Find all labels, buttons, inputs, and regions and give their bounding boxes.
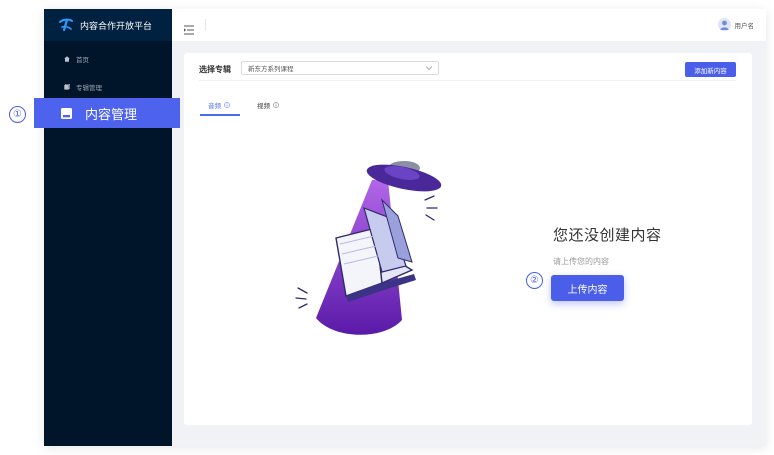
add-content-button[interactable]: 添加新内容: [685, 62, 736, 77]
callout-2: ②: [526, 272, 543, 289]
header-divider: [199, 80, 736, 81]
tab-label: 音频: [208, 102, 221, 110]
content-icon: [60, 107, 73, 120]
active-tab-indicator: [200, 114, 240, 116]
content-card: 选择专辑 新东方系列课程 添加新内容 音频 视频 您还没创建内容 请上传您的内容…: [184, 53, 752, 425]
empty-state-illustration: [295, 161, 442, 335]
chevron-down-icon: [425, 65, 433, 71]
tab-audio[interactable]: 音频: [208, 100, 230, 110]
sidebar-item-label: 专辑管理: [76, 84, 102, 92]
sidebar-item-label: 内容管理: [85, 107, 138, 123]
empty-state-title: 您还没创建内容: [553, 226, 662, 244]
telecom-logo-icon: [58, 17, 74, 33]
brand[interactable]: 内容合作开放平台: [44, 9, 172, 41]
album-select-label: 选择专辑: [199, 65, 231, 74]
user-menu[interactable]: 用户名: [717, 18, 755, 31]
sidebar-item-home[interactable]: 首页: [44, 49, 172, 69]
avatar-icon: [717, 18, 731, 31]
tab-label: 视频: [257, 102, 270, 110]
sidebar-item-album[interactable]: 专辑管理: [44, 77, 172, 97]
home-icon: [64, 56, 70, 62]
menu-fold-icon[interactable]: [184, 20, 195, 35]
sidebar-item-content[interactable]: 内容管理: [34, 98, 180, 128]
album-select[interactable]: 新东方系列课程: [241, 61, 439, 75]
app-title: 内容合作开放平台: [80, 21, 153, 32]
info-icon: [224, 102, 230, 108]
empty-state-subtitle: 请上传您的内容: [553, 257, 609, 266]
sidebar-item-label: 首页: [76, 56, 89, 64]
top-header: 用户名: [172, 9, 766, 42]
callout-1: ①: [9, 106, 26, 123]
album-icon: [64, 84, 70, 90]
app-window: 内容合作开放平台 首页 专辑管理 用户名 选择专辑 新东方系列课程 添加新内容 …: [44, 9, 766, 446]
header-divider: [205, 19, 206, 31]
upload-content-button[interactable]: 上传内容: [551, 275, 624, 301]
tab-video[interactable]: 视频: [257, 100, 279, 110]
user-name: 用户名: [734, 21, 755, 30]
album-select-value: 新东方系列课程: [248, 65, 294, 73]
sidebar: 内容合作开放平台 首页 专辑管理: [44, 9, 172, 446]
info-icon: [273, 102, 279, 108]
